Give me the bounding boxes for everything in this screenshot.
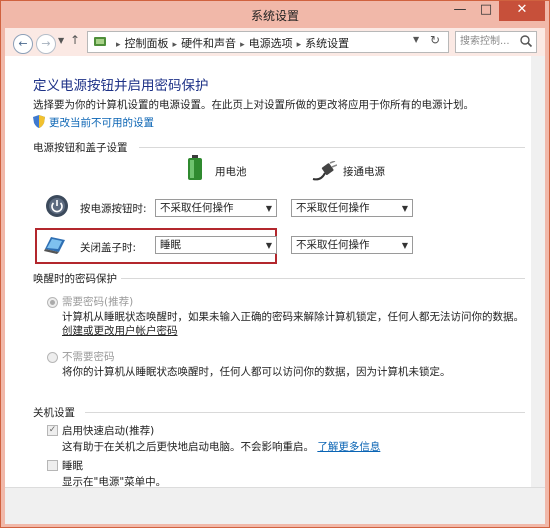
no-password-description: 将你的计算机从睡眠状态唤醒时，任何人都可以访问你的数据，因为计算机未锁定。	[62, 366, 451, 378]
lid-close-battery-dropdown[interactable]: 睡眠 ▼	[155, 236, 277, 254]
recent-pages-chevron-icon[interactable]: ▼	[58, 36, 64, 45]
page-title: 定义电源按钮并启用密码保护	[33, 78, 209, 94]
page-description: 选择要为你的计算机设置的电源设置。在此页上对设置所做的更改将应用于你所有的电源计…	[33, 99, 474, 111]
require-password-description: 计算机从睡眠状态唤醒时，如果未输入正确的密码来解除计算机锁定，任何人都无法访问你…	[62, 311, 524, 323]
lid-close-label: 关闭盖子时:	[80, 242, 137, 254]
dropdown-value: 不采取任何操作	[296, 202, 370, 214]
battery-icon	[188, 155, 202, 180]
power-button-plugged-dropdown[interactable]: 不采取任何操作 ▼	[291, 199, 413, 217]
chevron-down-icon: ▼	[401, 241, 408, 250]
power-button-battery-dropdown[interactable]: 不采取任何操作 ▼	[155, 199, 277, 217]
sleep-label: 睡眠	[62, 460, 83, 472]
breadcrumb: ▸ 控制面板 ▸ 硬件和声音 ▸ 电源选项 ▸ 系统设置	[116, 37, 350, 50]
require-password-radio[interactable]	[47, 297, 58, 308]
power-plug-icon	[312, 161, 337, 181]
create-password-link[interactable]: 创建或更改用户帐户密码	[62, 323, 178, 338]
no-password-label: 不需要密码	[62, 351, 115, 363]
no-password-radio[interactable]	[47, 352, 58, 363]
window: 系统设置 — □ ✕ ← → ▼ ↑ ▸ 控制面板 ▸ 硬件和声音 ▸ 电源选项 ▸ 系统设置…	[0, 0, 550, 528]
sleep-description: 显示在"电源"菜单中。	[62, 476, 167, 487]
breadcrumb-system-settings[interactable]: 系统设置	[305, 37, 349, 50]
maximize-button[interactable]: □	[473, 1, 499, 21]
settings-content: 定义电源按钮并启用密码保护 选择要为你的计算机设置的电源设置。在此页上对设置所做…	[5, 56, 545, 487]
dropdown-value: 不采取任何操作	[160, 202, 234, 214]
search-field[interactable]	[455, 31, 537, 53]
require-password-label: 需要密码(推荐)	[62, 296, 134, 308]
battery-column-header: 用电池	[215, 166, 247, 178]
laptop-lid-icon	[44, 237, 65, 254]
address-history-chevron-icon[interactable]: ▼	[413, 35, 419, 44]
search-input[interactable]	[460, 34, 516, 48]
up-arrow-icon[interactable]: ↑	[70, 33, 80, 47]
sleep-checkbox[interactable]	[47, 460, 58, 471]
learn-more-link[interactable]: 了解更多信息	[317, 441, 380, 453]
dropdown-value: 睡眠	[160, 239, 181, 251]
minimize-button[interactable]: —	[447, 1, 473, 21]
group-divider	[121, 278, 525, 279]
refresh-icon[interactable]: ↻	[430, 33, 440, 47]
chevron-down-icon: ▼	[265, 204, 272, 213]
change-unavailable-settings-link[interactable]: 更改当前不可用的设置	[49, 115, 154, 130]
breadcrumb-control-panel[interactable]: 控制面板	[125, 37, 169, 50]
lid-close-plugged-dropdown[interactable]: 不采取任何操作 ▼	[291, 236, 413, 254]
power-button-label: 按电源按钮时:	[80, 203, 147, 215]
vertical-scrollbar[interactable]	[531, 56, 545, 487]
breadcrumb-hardware-sound[interactable]: 硬件和声音	[181, 37, 236, 50]
control-panel-icon	[94, 37, 106, 46]
fast-startup-label: 启用快速启动(推荐)	[62, 425, 155, 437]
power-button-icon	[46, 195, 68, 217]
group-divider	[85, 412, 525, 413]
fast-startup-description: 这有助于在关机之后更快地启动电脑。不会影响重启。 了解更多信息	[62, 441, 381, 453]
search-icon[interactable]	[519, 34, 533, 48]
plugged-in-column-header: 接通电源	[343, 166, 385, 178]
shutdown-group-title: 关机设置	[33, 407, 75, 419]
chevron-down-icon: ▼	[401, 204, 408, 213]
wake-password-group-title: 唤醒时的密码保护	[33, 273, 117, 285]
fast-startup-checkbox[interactable]: ✓	[47, 425, 58, 436]
address-bar: ← → ▼ ↑ ▸ 控制面板 ▸ 硬件和声音 ▸ 电源选项 ▸ 系统设置 ▼ ↻	[5, 28, 545, 56]
uac-shield-icon	[33, 115, 45, 128]
title-bar[interactable]: 系统设置 — □ ✕	[1, 1, 549, 27]
power-buttons-group-title: 电源按钮和盖子设置	[33, 142, 128, 154]
chevron-down-icon: ▼	[265, 241, 272, 250]
footer-bar	[5, 487, 545, 524]
breadcrumb-power-options[interactable]: 电源选项	[249, 37, 293, 50]
back-arrow-icon[interactable]: ←	[13, 34, 33, 54]
address-field[interactable]: ▸ 控制面板 ▸ 硬件和声音 ▸ 电源选项 ▸ 系统设置 ▼ ↻	[87, 31, 449, 53]
dropdown-value: 不采取任何操作	[296, 239, 370, 251]
forward-arrow-icon[interactable]: →	[36, 34, 56, 54]
group-divider	[139, 147, 525, 148]
close-button[interactable]: ✕	[499, 1, 545, 21]
